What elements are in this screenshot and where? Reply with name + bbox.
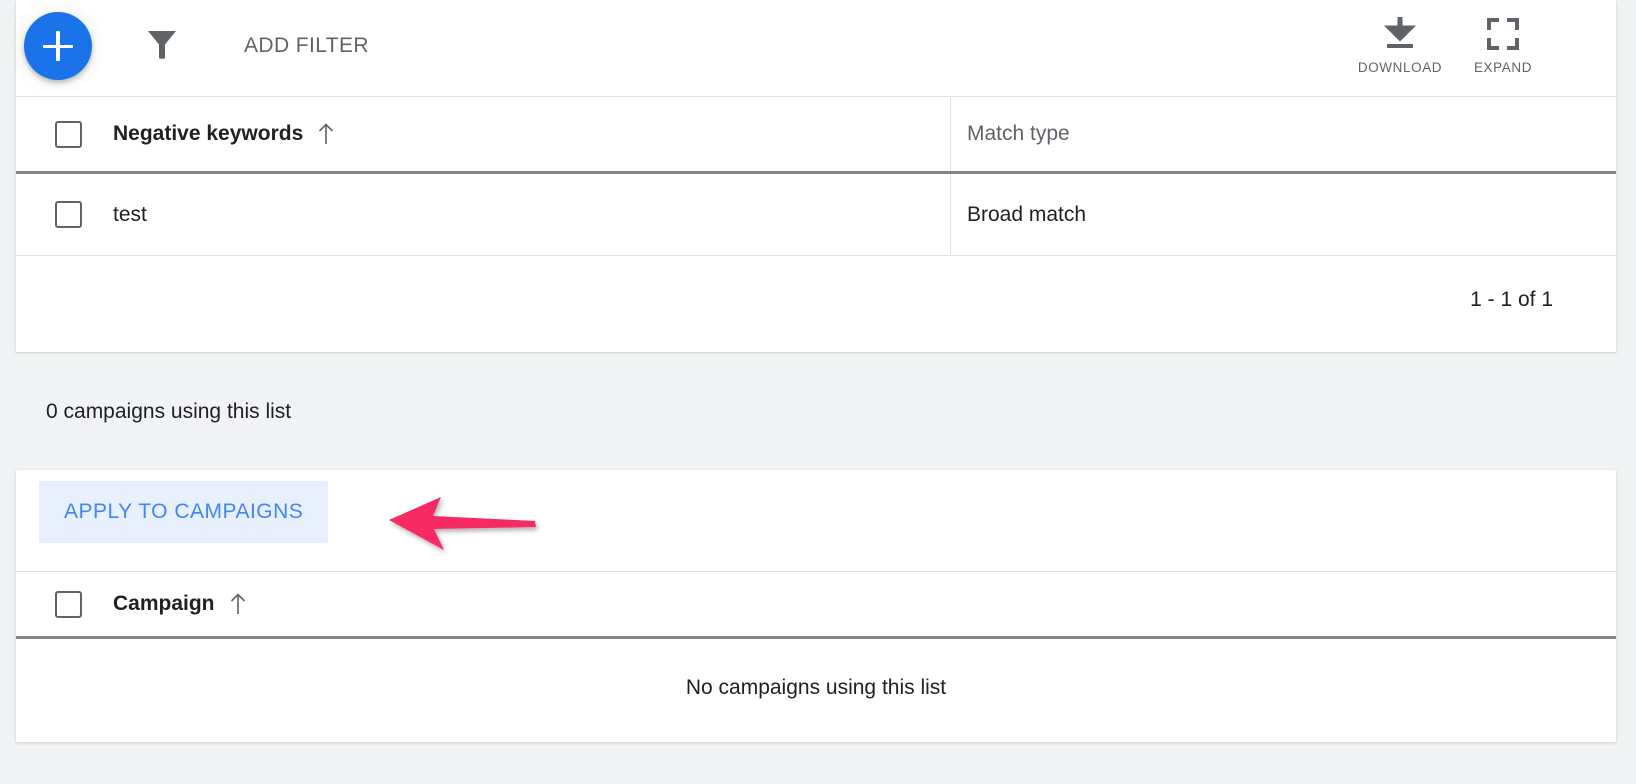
cell-negative-keyword: test: [16, 174, 951, 255]
column-header-label: Negative keywords: [113, 122, 304, 145]
negative-keyword-list-page: ADD FILTER DOWNLOAD EXPAND Negative keyw…: [0, 0, 1636, 784]
table-footer: 1 - 1 of 1: [16, 256, 1616, 344]
table-row[interactable]: test Broad match: [16, 174, 1616, 256]
column-header-label: Match type: [967, 122, 1070, 145]
expand-button[interactable]: EXPAND: [1448, 14, 1558, 75]
header-cell-match-type[interactable]: Match type: [951, 97, 1616, 171]
expand-icon: [1448, 14, 1558, 54]
campaigns-card: APPLY TO CAMPAIGNS Campaign No campaigns…: [16, 470, 1616, 742]
pagination-range: 1 - 1 of 1: [1470, 288, 1553, 311]
apply-to-campaigns-button[interactable]: APPLY TO CAMPAIGNS: [39, 481, 329, 543]
negative-keywords-table: Negative keywords Match type test Broad …: [16, 97, 1616, 344]
add-filter-label[interactable]: ADD FILTER: [244, 34, 369, 58]
table-toolbar: ADD FILTER DOWNLOAD EXPAND: [16, 0, 1616, 97]
funnel-icon[interactable]: [147, 28, 177, 62]
sort-ascending-icon[interactable]: [229, 593, 247, 615]
column-header-label: Campaign: [113, 592, 215, 615]
select-all-checkbox[interactable]: [55, 120, 82, 148]
row-checkbox[interactable]: [55, 201, 82, 228]
negative-keywords-card: ADD FILTER DOWNLOAD EXPAND Negative keyw…: [16, 0, 1616, 352]
campaigns-select-all-checkbox[interactable]: [55, 590, 82, 618]
keyword-value: test: [113, 202, 147, 226]
expand-label: EXPAND: [1473, 60, 1533, 75]
table-header-row: Negative keywords Match type: [16, 97, 1616, 174]
download-icon: [1345, 14, 1455, 54]
match-type-value: Broad match: [967, 202, 1087, 226]
cell-match-type: Broad match: [951, 174, 1616, 255]
download-button[interactable]: DOWNLOAD: [1345, 14, 1455, 75]
download-label: DOWNLOAD: [1357, 60, 1443, 75]
sort-ascending-icon[interactable]: [317, 123, 335, 145]
apply-toolbar: APPLY TO CAMPAIGNS: [16, 470, 1616, 572]
header-cell-negative-keywords[interactable]: Negative keywords: [16, 97, 951, 171]
campaigns-empty-message: No campaigns using this list: [685, 676, 947, 699]
campaigns-usage-text: 0 campaigns using this list: [46, 399, 292, 423]
add-button[interactable]: [24, 12, 92, 80]
campaigns-header-row: Campaign: [16, 572, 1616, 639]
campaigns-usage-band: 0 campaigns using this list: [16, 354, 1616, 469]
